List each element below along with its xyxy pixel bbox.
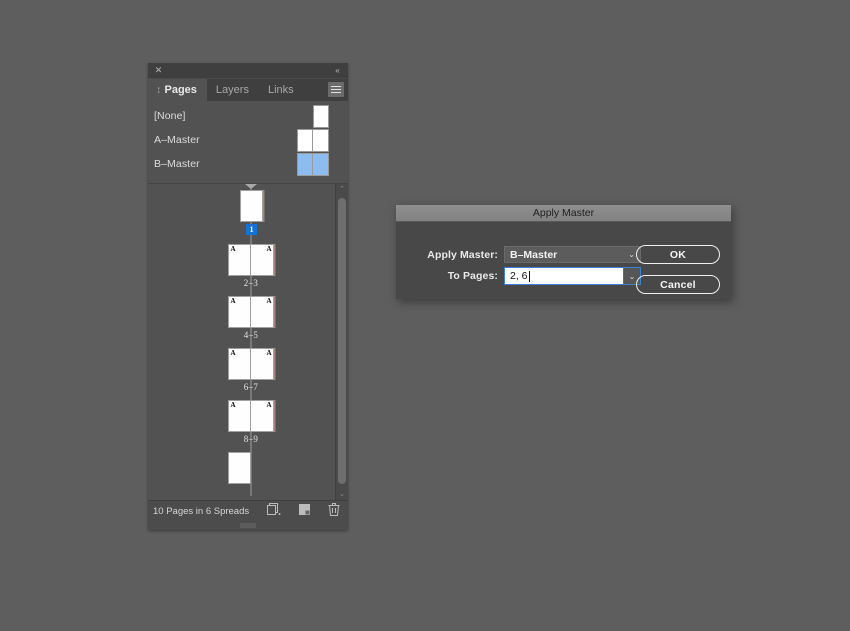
tab-pages[interactable]: ↕ Pages: [148, 79, 207, 101]
spread-6-7[interactable]: A A 6–7: [228, 348, 274, 392]
tab-links[interactable]: Links: [258, 79, 304, 101]
scroll-up-arrow-icon[interactable]: ⌃: [336, 184, 348, 195]
master-name-b-master: B–Master: [154, 158, 200, 170]
page-thumbnail-2[interactable]: A: [228, 244, 251, 276]
chevron-down-icon: ⌄: [628, 249, 635, 259]
master-letter-label: A: [266, 401, 272, 409]
master-letter-label: A: [230, 245, 236, 253]
panel-resize-grip[interactable]: [148, 522, 348, 530]
spread-1[interactable]: 1: [240, 190, 263, 235]
master-row-b-master[interactable]: B–Master: [148, 152, 348, 176]
master-page-thumb: [313, 128, 329, 152]
spread-label-8-9: 8–9: [243, 434, 259, 444]
master-page-thumb-selected: [313, 152, 329, 176]
master-thumbnail-b-master[interactable]: [297, 152, 329, 176]
master-letter-label: A: [266, 349, 272, 357]
spread-4-5-pages: A A: [228, 296, 274, 328]
apply-master-dialog: Apply Master Apply Master: B–Master ⌄ To…: [396, 205, 731, 299]
master-page-thumb: [297, 128, 313, 152]
spread-label-6-7: 6–7: [243, 382, 259, 392]
spread-label-4-5: 4–5: [243, 330, 259, 340]
document-pages-area: 1 A A 2–3 A A 4–5 A A 6–7 A A 8–9 ⌃ ⌄: [148, 184, 348, 500]
master-thumbnail-a-master[interactable]: [297, 128, 329, 152]
tab-layers-label: Layers: [215, 84, 249, 96]
close-icon[interactable]: ✕: [153, 65, 164, 76]
master-thumbnail-none[interactable]: [313, 104, 329, 128]
page-thumbnail-3[interactable]: A: [251, 244, 274, 276]
spread-6-7-pages: A A: [228, 348, 274, 380]
panel-tab-bar: ↕ Pages Layers Links: [148, 79, 348, 101]
scrollbar-thumb[interactable]: [338, 198, 346, 484]
tab-pages-label: Pages: [164, 84, 197, 96]
master-letter-label: A: [266, 297, 272, 305]
page-thumbnail-5[interactable]: A: [251, 296, 274, 328]
page-thumbnail-9[interactable]: A: [251, 400, 274, 432]
master-letter-label: A: [230, 349, 236, 357]
spread-8-9-pages: A A: [228, 400, 274, 432]
dialog-body: Apply Master: B–Master ⌄ To Pages: 2, 6 …: [396, 222, 731, 300]
tab-links-label: Links: [267, 84, 294, 96]
ok-button[interactable]: OK: [636, 245, 720, 264]
text-caret: [528, 270, 530, 282]
apply-master-value: B–Master: [510, 248, 558, 261]
create-new-page-icon[interactable]: [299, 503, 311, 521]
page-thumbnail-7[interactable]: A: [251, 348, 274, 380]
section-marker-icon: [245, 184, 257, 189]
grip-bars-icon: [240, 523, 256, 528]
spread-10-pages: [228, 452, 251, 484]
pages-scroll-content: 1 A A 2–3 A A 4–5 A A 6–7 A A 8–9: [148, 184, 335, 500]
pages-panel: ✕ « ↕ Pages Layers Links [None] A–Master: [148, 63, 348, 530]
apply-master-row: Apply Master: B–Master ⌄: [396, 246, 641, 263]
tab-grip-icon: ↕: [157, 84, 161, 96]
master-page-thumb-selected: [297, 152, 313, 176]
apply-master-select[interactable]: B–Master ⌄: [504, 246, 641, 263]
page-count-status: 10 Pages in 6 Spreads: [153, 506, 250, 517]
spread-8-9[interactable]: A A 8–9: [228, 400, 274, 444]
master-name-a-master: A–Master: [154, 134, 200, 146]
spread-2-3[interactable]: A A 2–3: [228, 244, 274, 288]
status-bar-icons: [267, 502, 340, 521]
to-pages-label: To Pages:: [447, 270, 498, 282]
spread-1-pages: [240, 190, 263, 222]
pages-vertical-scrollbar[interactable]: ⌃ ⌄: [335, 184, 348, 500]
spread-4-5[interactable]: A A 4–5: [228, 296, 274, 340]
spread-10[interactable]: [228, 452, 251, 484]
panel-titlebar: ✕ «: [148, 63, 348, 79]
page-thumbnail-4[interactable]: A: [228, 296, 251, 328]
pages-panel-status-bar: 10 Pages in 6 Spreads: [148, 500, 348, 522]
page-thumbnail-1[interactable]: [240, 190, 263, 222]
panel-menu-icon[interactable]: [328, 82, 344, 97]
page-thumbnail-6[interactable]: A: [228, 348, 251, 380]
page-thumbnail-10[interactable]: [228, 452, 251, 484]
tab-layers[interactable]: Layers: [206, 79, 259, 101]
master-row-none[interactable]: [None]: [148, 104, 348, 128]
master-letter-label: A: [230, 401, 236, 409]
master-name-none: [None]: [154, 110, 186, 122]
cancel-button[interactable]: Cancel: [636, 275, 720, 294]
dialog-titlebar[interactable]: Apply Master: [396, 205, 731, 222]
spread-label-2-3: 2–3: [243, 278, 259, 288]
dialog-title: Apply Master: [532, 207, 595, 219]
master-letter-label: A: [266, 245, 272, 253]
page-thumbnail-8[interactable]: A: [228, 400, 251, 432]
to-pages-value: 2, 6: [510, 270, 528, 282]
delete-page-icon[interactable]: [328, 502, 340, 521]
scroll-down-arrow-icon[interactable]: ⌄: [336, 489, 348, 500]
collapse-panel-icon[interactable]: «: [331, 65, 343, 76]
to-pages-input[interactable]: 2, 6 ⌄: [504, 267, 641, 285]
master-pages-list: [None] A–Master B–Master: [148, 101, 348, 184]
master-page-thumb: [313, 104, 329, 128]
apply-master-label: Apply Master:: [427, 248, 498, 261]
master-row-a-master[interactable]: A–Master: [148, 128, 348, 152]
page-number-badge-1: 1: [246, 224, 257, 235]
new-page-from-master-icon[interactable]: [267, 502, 282, 521]
to-pages-row: To Pages: 2, 6 ⌄: [396, 267, 641, 285]
spread-2-3-pages: A A: [228, 244, 274, 276]
master-letter-label: A: [230, 297, 236, 305]
